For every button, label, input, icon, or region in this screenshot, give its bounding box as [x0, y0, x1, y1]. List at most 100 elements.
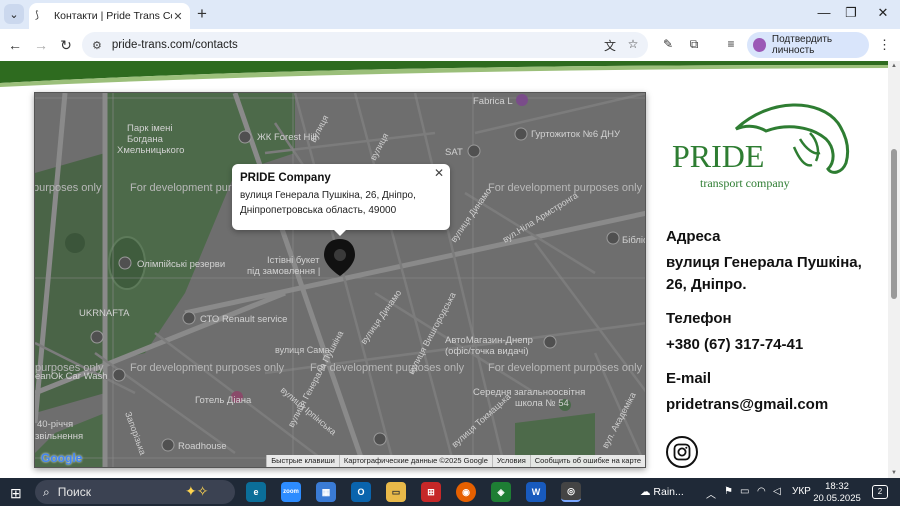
media-control-icon[interactable]: ≡ [723, 37, 739, 51]
notifications-icon[interactable]: 2 [872, 485, 888, 499]
map-watermark-partial-1: purposes only [35, 182, 102, 194]
rain-cloud-icon: ☁ [640, 486, 654, 498]
wifi-icon[interactable]: ◠ [757, 486, 766, 497]
map-label-avtomagazin: АвтоМагазин-Днепр (офіс/точка видачі) [445, 335, 533, 357]
restore-button[interactable]: ❐ [841, 5, 861, 21]
browser-menu-icon[interactable]: ⋮ [878, 37, 891, 53]
windows-start-icon[interactable]: ⊞ [10, 485, 22, 502]
url-text: pride-trans.com/contacts [111, 39, 238, 51]
address-value: вулиця Генерала Пушкіна, 26, Дніпро. [666, 254, 862, 293]
gift-app-icon[interactable]: ⊞ [421, 482, 441, 502]
store-app-icon[interactable]: ▦ [316, 482, 336, 502]
extension-pen-icon[interactable]: ✎ [660, 37, 676, 51]
email-value[interactable]: pridetrans@gmail.com [666, 394, 828, 416]
weather-widget[interactable]: ☁ Rain... [640, 486, 684, 498]
map-label-anniv: 40-річчя [37, 419, 73, 430]
chevron-down-icon: ⌄ [9, 8, 19, 21]
photos-app-icon[interactable]: ◈ [491, 482, 511, 502]
taskbar-search-label: Поиск [57, 485, 91, 499]
bookmark-star-icon[interactable]: ☆ [625, 37, 641, 51]
poi-roadhouse-icon[interactable] [161, 438, 175, 452]
poi-unnamed-icon[interactable] [373, 432, 387, 446]
back-button[interactable]: ← [6, 36, 24, 54]
windows-taskbar: ⊞ ⌕ Поиск ✦✧ e zoom ▦ O ▭ ⊞ ◉ ◈ W ◎ ☁ Ra… [0, 478, 900, 506]
close-window-button[interactable]: ✕ [873, 5, 893, 21]
map-label-dorm: Гуртожиток №6 ДНУ [531, 129, 621, 140]
email-label: E-mail [666, 370, 712, 387]
scroll-up-icon[interactable]: ▲ [891, 63, 897, 69]
address-bar[interactable]: ⚙ pride-trans.com/contacts [82, 32, 648, 58]
map-label-zamovlennya: під замовлення | [247, 266, 320, 277]
profile-avatar [753, 38, 766, 52]
volume-icon[interactable]: ◁ [773, 486, 781, 497]
word-app-icon[interactable]: W [526, 482, 546, 502]
map-label-zvilnennya: звільнення [35, 431, 83, 442]
map-watermark-3: For development purposes only [130, 362, 285, 374]
poi-carwash-icon[interactable] [112, 368, 126, 382]
verify-identity-button[interactable]: Подтвердить личность [747, 32, 869, 58]
map-street-sama: вулиця Сама [275, 345, 330, 355]
clock-time: 18:32 [825, 481, 849, 492]
taskbar-search[interactable]: ⌕ Поиск ✦✧ [35, 480, 235, 504]
info-window-tail [333, 229, 347, 236]
google-map[interactable]: purposes only For development purposes o… [34, 92, 646, 468]
map-attribution: Быстрые клавиши Картографические данные … [266, 455, 645, 467]
poi-avtomagazin-icon[interactable] [543, 335, 557, 349]
attribution-terms[interactable]: Условия [491, 455, 530, 467]
taskbar-clock[interactable]: 18:32 20.05.2025 [812, 481, 862, 505]
info-window-address: вулиця Генерала Пушкіна, 26, Дніпро, Дні… [240, 190, 416, 216]
site-info-icon[interactable]: ⚙ [92, 39, 102, 52]
attribution-report[interactable]: Сообщить об ошибке на карте [529, 455, 645, 467]
poi-forest-hill-icon[interactable] [238, 130, 252, 144]
new-tab-button[interactable]: + [197, 4, 207, 24]
search-icon: ⌕ [43, 484, 50, 499]
favicon-icon: ⟆ [35, 9, 39, 21]
poi-olympic-icon[interactable] [118, 256, 132, 270]
tray-app-icon[interactable]: ⚑ [724, 486, 733, 497]
logo-brand: PRIDE [672, 138, 764, 174]
language-indicator[interactable]: УКР [792, 486, 811, 497]
poi-cto-icon[interactable] [182, 311, 196, 325]
browser-chrome: ⌄ ⟆ Контакти | Pride Trans Compan ✕ + — … [0, 0, 900, 61]
edge-app-icon[interactable]: e [246, 482, 266, 502]
attribution-map-data[interactable]: Картографические данные ©2025 Google [338, 455, 492, 467]
close-icon[interactable]: ✕ [434, 166, 444, 180]
firefox-app-icon[interactable]: ◉ [456, 482, 476, 502]
map-watermark-5: For development purposes only [488, 362, 643, 374]
scrollbar-thumb[interactable] [891, 149, 897, 299]
close-tab-icon[interactable]: ✕ [172, 10, 184, 23]
google-logo[interactable]: Google [41, 451, 82, 465]
explorer-app-icon[interactable]: ▭ [386, 482, 406, 502]
tab-contacts[interactable]: ⟆ Контакти | Pride Trans Compan ✕ [29, 3, 190, 29]
map-label-sat: SAT [445, 147, 463, 158]
goat-logo-icon: PRIDE transport company [672, 103, 850, 190]
pride-logo[interactable]: PRIDE transport company [670, 101, 855, 193]
poi-sat-icon[interactable] [467, 144, 481, 158]
header-decor [0, 61, 888, 87]
poi-ukrnafta-icon[interactable] [90, 330, 104, 344]
scroll-down-icon[interactable]: ▼ [891, 470, 897, 476]
attribution-shortcuts[interactable]: Быстрые клавиши [266, 455, 339, 467]
phone-value[interactable]: +380 (67) 317-74-41 [666, 334, 803, 356]
page-scrollbar[interactable]: ▲ ▼ [888, 61, 900, 478]
tab-search-button[interactable]: ⌄ [4, 4, 24, 24]
outlook-app-icon[interactable]: O [351, 482, 371, 502]
battery-icon[interactable]: ▭ [740, 486, 749, 497]
map-info-window: PRIDE Company вулиця Генерала Пушкіна, 2… [232, 164, 450, 236]
poi-fabrica-icon[interactable] [516, 94, 528, 106]
poi-library-icon[interactable] [606, 231, 620, 245]
map-canvas[interactable]: purposes only For development purposes o… [35, 93, 646, 468]
reload-button[interactable]: ↻ [57, 36, 75, 54]
translate-icon[interactable]: 文 [602, 37, 618, 54]
address-label: Адреса [666, 228, 721, 245]
poi-dorm-icon[interactable] [514, 127, 528, 141]
instagram-link[interactable] [666, 436, 698, 468]
chrome-app-icon[interactable]: ◎ [561, 482, 581, 502]
zoom-app-icon[interactable]: zoom [281, 482, 301, 502]
forward-button[interactable]: → [32, 36, 50, 54]
extensions-puzzle-icon[interactable]: ⧉ [686, 37, 702, 52]
tray-chevron-icon[interactable]: ︿ [706, 486, 716, 501]
minimize-button[interactable]: — [814, 5, 834, 20]
instagram-icon [673, 443, 691, 461]
phone-label: Телефон [666, 310, 732, 327]
